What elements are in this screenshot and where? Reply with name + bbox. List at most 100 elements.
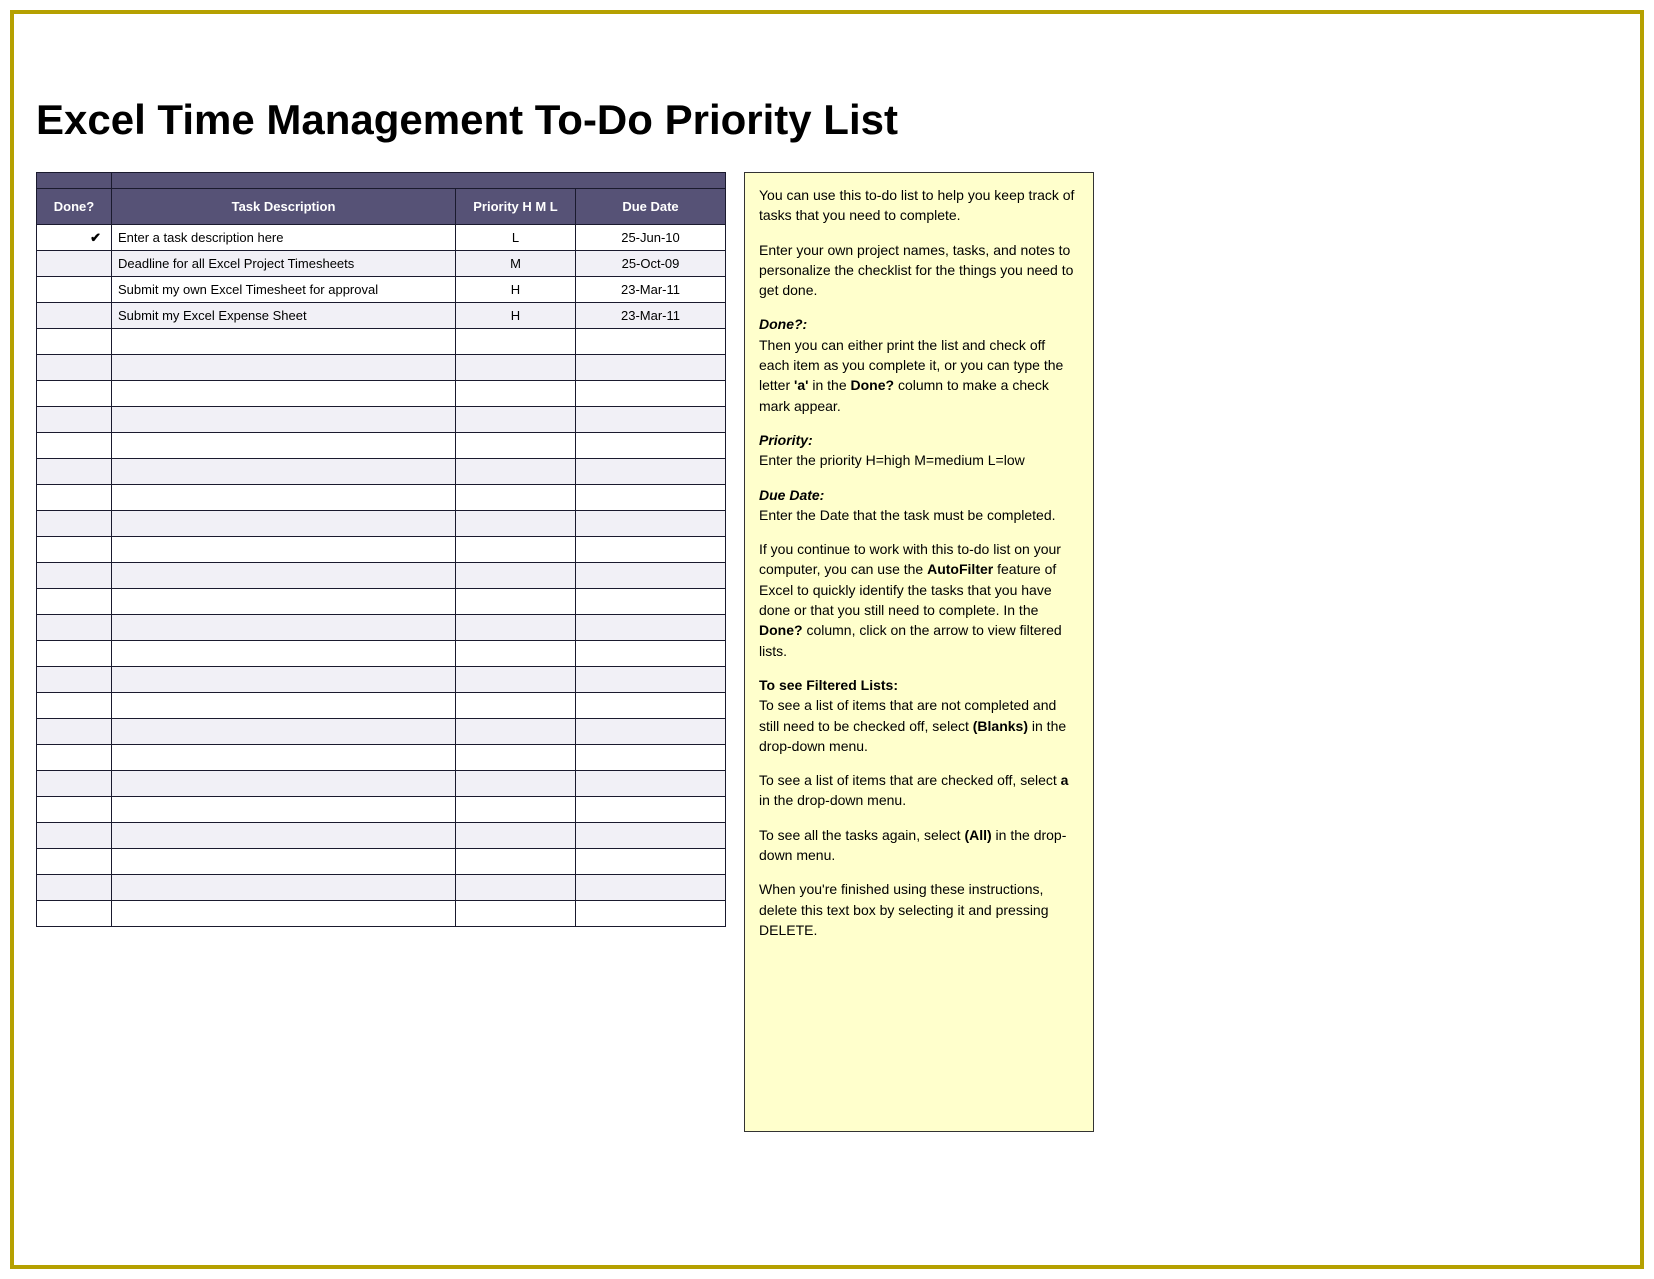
cell-due[interactable]: 25-Jun-10 [576, 225, 726, 251]
cell-task[interactable] [112, 901, 456, 927]
cell-due[interactable] [576, 615, 726, 641]
cell-priority[interactable] [456, 615, 576, 641]
cell-due[interactable] [576, 745, 726, 771]
cell-priority[interactable] [456, 537, 576, 563]
cell-task[interactable] [112, 433, 456, 459]
cell-task[interactable] [112, 537, 456, 563]
cell-due[interactable] [576, 459, 726, 485]
cell-task[interactable]: Submit my own Excel Timesheet for approv… [112, 277, 456, 303]
cell-due[interactable] [576, 667, 726, 693]
cell-done[interactable]: ✔ [37, 225, 112, 251]
cell-done[interactable] [37, 329, 112, 355]
cell-priority[interactable]: H [456, 303, 576, 329]
cell-due[interactable] [576, 849, 726, 875]
cell-due[interactable] [576, 485, 726, 511]
cell-priority[interactable]: M [456, 251, 576, 277]
cell-done[interactable] [37, 667, 112, 693]
cell-due[interactable] [576, 771, 726, 797]
cell-priority[interactable]: L [456, 225, 576, 251]
cell-priority[interactable] [456, 901, 576, 927]
cell-priority[interactable] [456, 459, 576, 485]
cell-task[interactable] [112, 511, 456, 537]
cell-due[interactable] [576, 355, 726, 381]
cell-task[interactable] [112, 667, 456, 693]
cell-due[interactable] [576, 875, 726, 901]
cell-task[interactable] [112, 797, 456, 823]
cell-done[interactable] [37, 875, 112, 901]
cell-task[interactable] [112, 641, 456, 667]
cell-priority[interactable] [456, 849, 576, 875]
cell-priority[interactable]: H [456, 277, 576, 303]
cell-done[interactable] [37, 407, 112, 433]
cell-due[interactable] [576, 901, 726, 927]
cell-priority[interactable] [456, 511, 576, 537]
cell-done[interactable] [37, 823, 112, 849]
header-due[interactable]: Due Date [576, 189, 726, 225]
cell-done[interactable] [37, 381, 112, 407]
cell-task[interactable] [112, 849, 456, 875]
cell-priority[interactable] [456, 823, 576, 849]
cell-due[interactable] [576, 589, 726, 615]
cell-task[interactable] [112, 459, 456, 485]
cell-done[interactable] [37, 251, 112, 277]
cell-priority[interactable] [456, 693, 576, 719]
cell-done[interactable] [37, 589, 112, 615]
cell-priority[interactable] [456, 719, 576, 745]
cell-priority[interactable] [456, 771, 576, 797]
cell-task[interactable]: Enter a task description here [112, 225, 456, 251]
cell-done[interactable] [37, 485, 112, 511]
header-task[interactable]: Task Description [112, 189, 456, 225]
cell-due[interactable] [576, 823, 726, 849]
cell-done[interactable] [37, 563, 112, 589]
cell-done[interactable] [37, 433, 112, 459]
cell-priority[interactable] [456, 875, 576, 901]
cell-done[interactable] [37, 355, 112, 381]
cell-priority[interactable] [456, 797, 576, 823]
cell-due[interactable] [576, 537, 726, 563]
cell-done[interactable] [37, 459, 112, 485]
cell-task[interactable] [112, 823, 456, 849]
cell-task[interactable] [112, 745, 456, 771]
cell-due[interactable] [576, 407, 726, 433]
cell-task[interactable] [112, 355, 456, 381]
cell-done[interactable] [37, 901, 112, 927]
cell-priority[interactable] [456, 563, 576, 589]
cell-task[interactable] [112, 589, 456, 615]
cell-done[interactable] [37, 693, 112, 719]
cell-priority[interactable] [456, 589, 576, 615]
cell-done[interactable] [37, 537, 112, 563]
cell-due[interactable] [576, 511, 726, 537]
cell-done[interactable] [37, 615, 112, 641]
cell-due[interactable] [576, 433, 726, 459]
cell-done[interactable] [37, 771, 112, 797]
cell-priority[interactable] [456, 667, 576, 693]
cell-task[interactable] [112, 329, 456, 355]
cell-task[interactable] [112, 381, 456, 407]
cell-due[interactable]: 23-Mar-11 [576, 277, 726, 303]
cell-due[interactable] [576, 329, 726, 355]
cell-task[interactable] [112, 485, 456, 511]
cell-priority[interactable] [456, 641, 576, 667]
cell-due[interactable]: 23-Mar-11 [576, 303, 726, 329]
cell-due[interactable] [576, 641, 726, 667]
cell-due[interactable] [576, 719, 726, 745]
cell-due[interactable] [576, 797, 726, 823]
cell-due[interactable] [576, 563, 726, 589]
cell-task[interactable]: Submit my Excel Expense Sheet [112, 303, 456, 329]
cell-done[interactable] [37, 641, 112, 667]
cell-priority[interactable] [456, 381, 576, 407]
cell-priority[interactable] [456, 745, 576, 771]
cell-done[interactable] [37, 511, 112, 537]
cell-task[interactable] [112, 615, 456, 641]
cell-done[interactable] [37, 849, 112, 875]
cell-priority[interactable] [456, 407, 576, 433]
cell-task[interactable]: Deadline for all Excel Project Timesheet… [112, 251, 456, 277]
cell-task[interactable] [112, 693, 456, 719]
cell-task[interactable] [112, 563, 456, 589]
cell-done[interactable] [37, 277, 112, 303]
cell-due[interactable] [576, 693, 726, 719]
cell-task[interactable] [112, 771, 456, 797]
cell-done[interactable] [37, 797, 112, 823]
cell-due[interactable]: 25-Oct-09 [576, 251, 726, 277]
cell-task[interactable] [112, 875, 456, 901]
